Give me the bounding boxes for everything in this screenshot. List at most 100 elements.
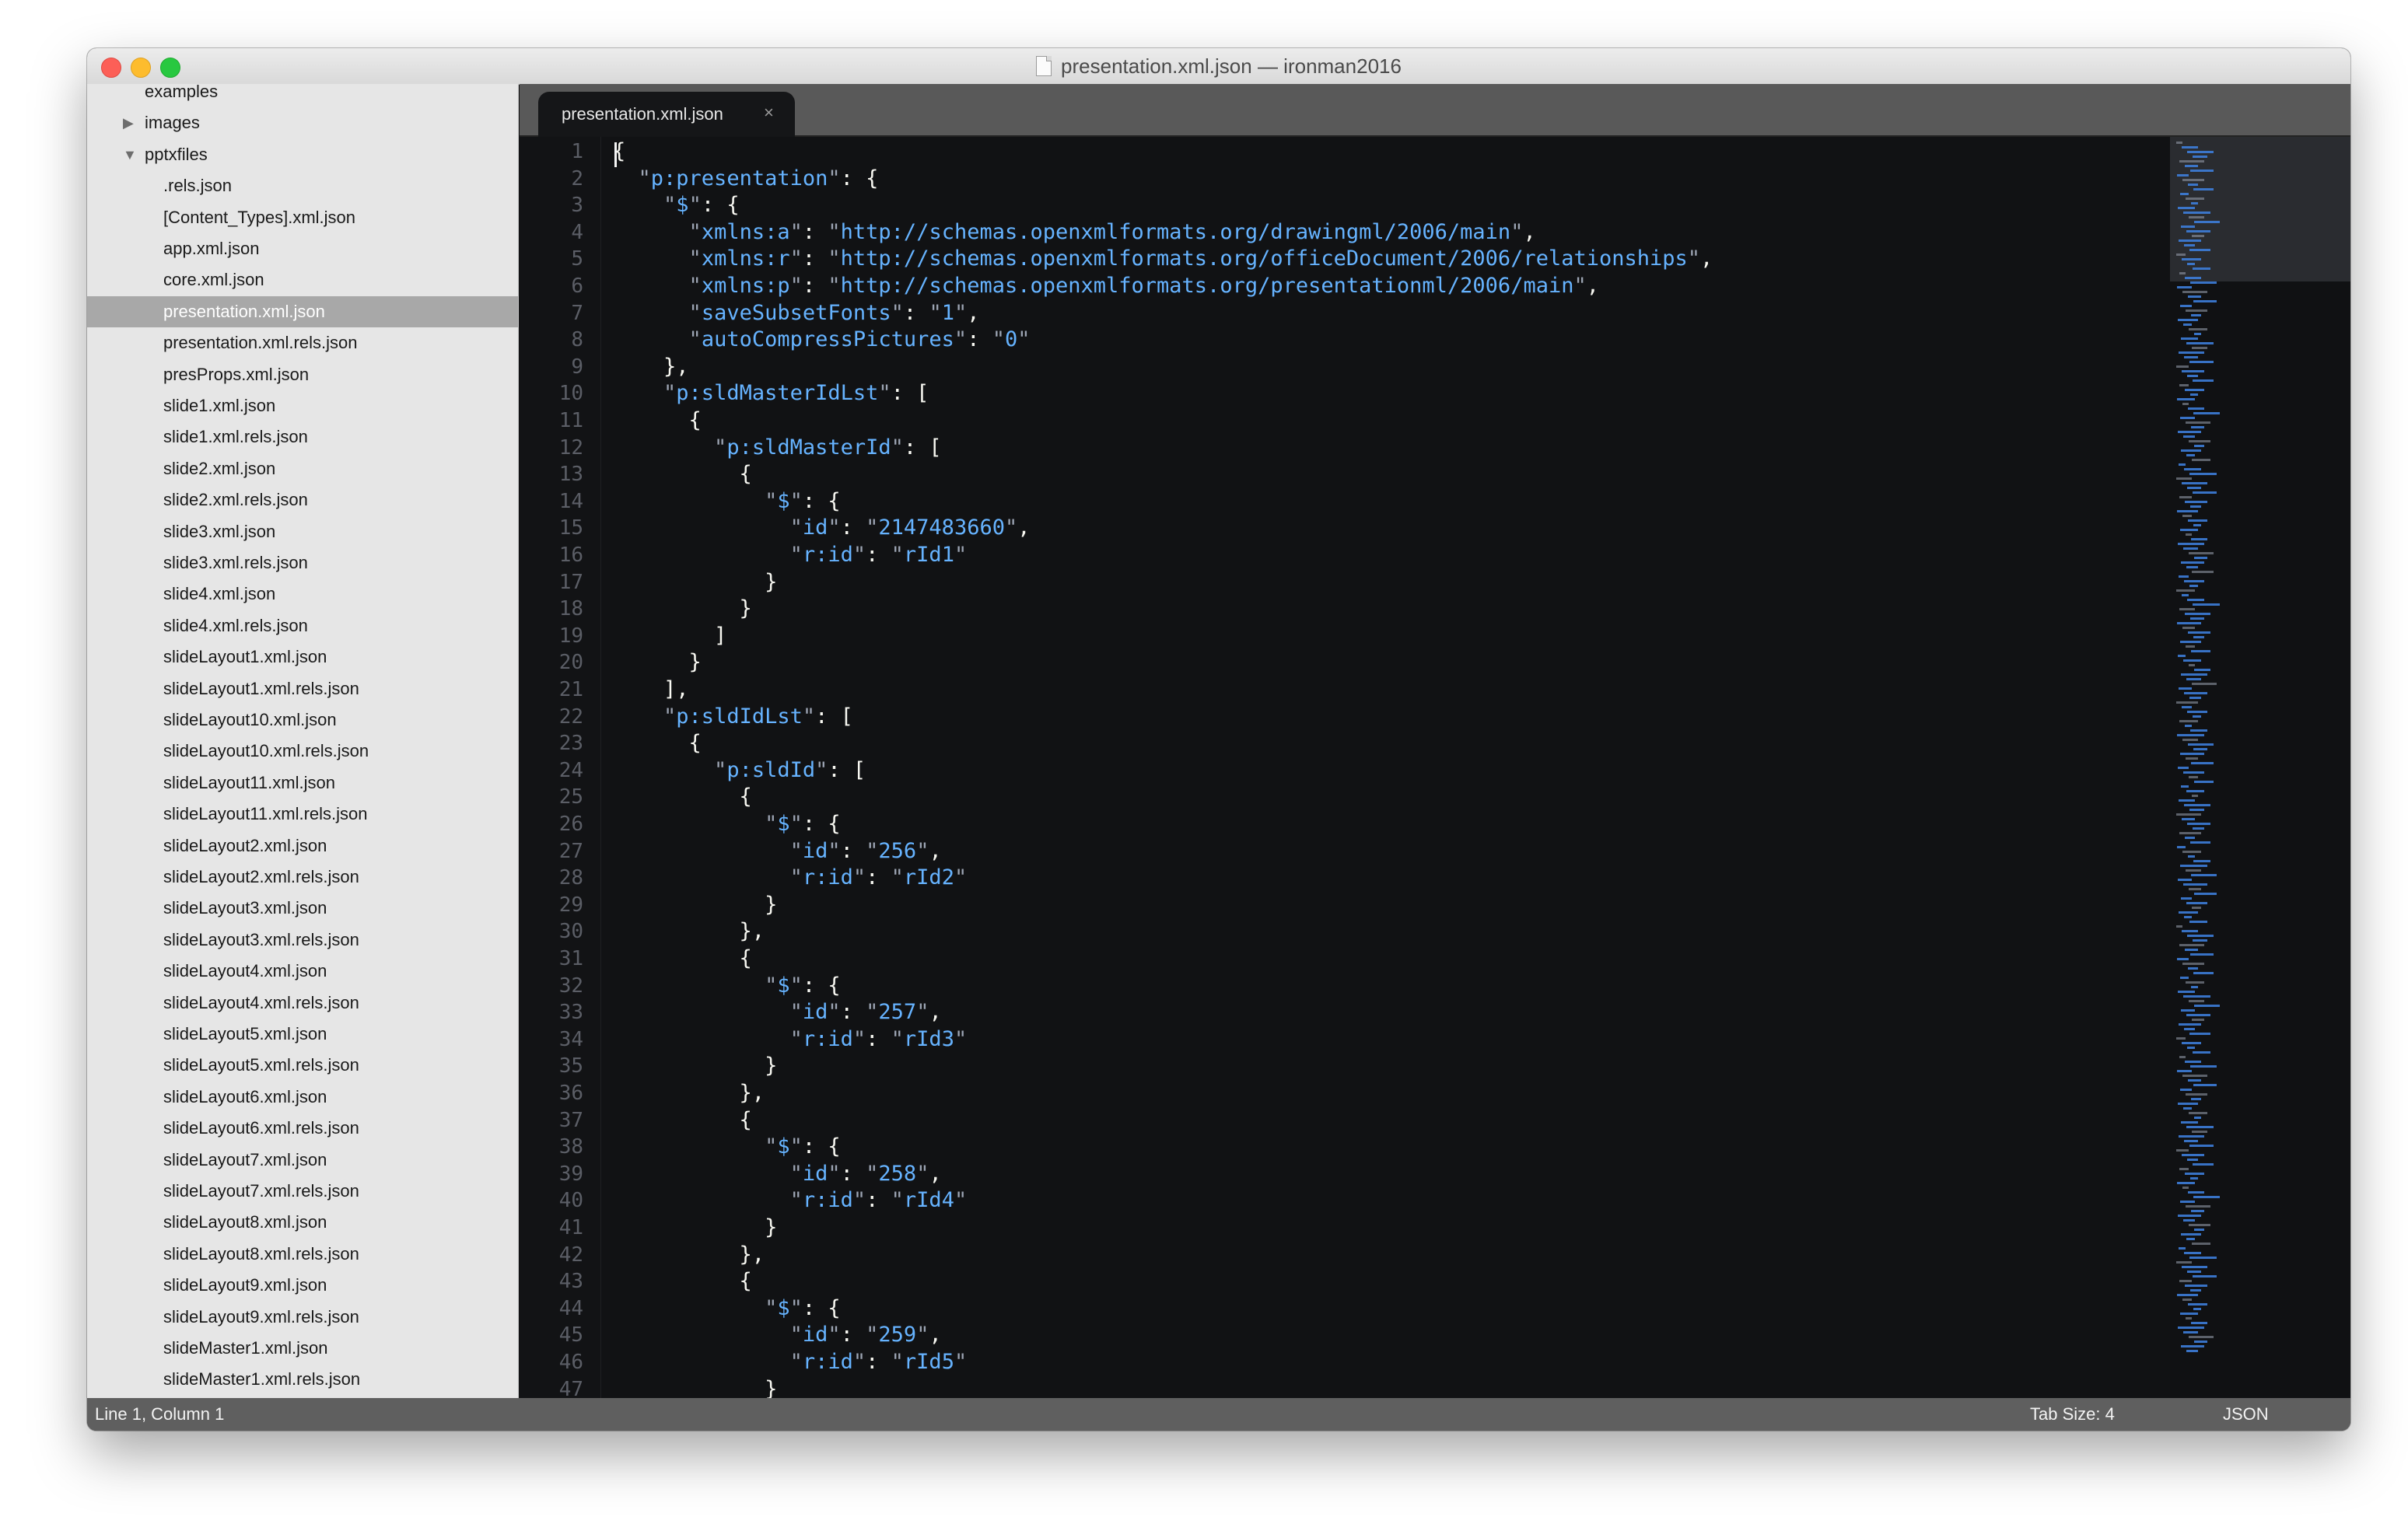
minimap-line <box>2186 454 2195 456</box>
sidebar-file-slidelayout2-xml-rels-json[interactable]: slideLayout2.xml.rels.json <box>87 862 518 893</box>
sidebar-file-slidelayout6-xml-json[interactable]: slideLayout6.xml.json <box>87 1082 518 1113</box>
minimap-line <box>2183 659 2201 662</box>
file-tree-sidebar[interactable]: examples ▶ images ▼ pptxfiles .rels.json [Cont… <box>87 84 519 1398</box>
sidebar-file-slidelayout8-xml-json[interactable]: slideLayout8.xml.json <box>87 1207 518 1238</box>
sidebar-file-content-types-xml-json[interactable]: [Content_Types].xml.json <box>87 202 518 233</box>
minimap-line <box>2185 1173 2204 1175</box>
sidebar-file-slidelayout3-xml-rels-json[interactable]: slideLayout3.xml.rels.json <box>87 925 518 956</box>
minimap-line <box>2193 939 2207 942</box>
minimap-line <box>2179 608 2195 610</box>
sidebar-file-slidelayout11-xml-json[interactable]: slideLayout11.xml.json <box>87 767 518 799</box>
sidebar-file-app-xml-json[interactable]: app.xml.json <box>87 233 518 264</box>
sidebar-file-slidelayout11-xml-rels-json[interactable]: slideLayout11.xml.rels.json <box>87 799 518 830</box>
minimap-line <box>2186 533 2192 536</box>
sidebar-file-presprops-xml-json[interactable]: presProps.xml.json <box>87 359 518 390</box>
syntax-selector[interactable]: JSON <box>2223 1398 2269 1431</box>
sidebar-folder-pptxfiles[interactable]: ▼ pptxfiles <box>87 139 518 170</box>
title-bar[interactable]: presentation.xml.json — ironman2016 <box>87 48 2350 85</box>
sidebar-file-slide2-xml-json[interactable]: slide2.xml.json <box>87 453 518 484</box>
sidebar-file-slidelayout4-xml-json[interactable]: slideLayout4.xml.json <box>87 956 518 987</box>
sidebar-file-slide3-xml-rels-json[interactable]: slide3.xml.rels.json <box>87 547 518 578</box>
code-line: "p:sldMasterId": [ <box>714 435 942 460</box>
minimap-line <box>2182 594 2189 596</box>
sidebar-file-slide1-xml-json[interactable]: slide1.xml.json <box>87 390 518 421</box>
minimap-line <box>2193 156 2207 158</box>
minimap-line <box>2187 935 2214 937</box>
text-cursor <box>614 142 617 167</box>
file-label: slideLayout6.xml.json <box>163 1086 327 1106</box>
minimap-line <box>2180 1201 2195 1203</box>
minimap-line <box>2192 907 2201 909</box>
minimap-line <box>2187 1047 2195 1049</box>
minimap-line <box>2187 487 2201 489</box>
minimap-line <box>2181 1345 2204 1347</box>
file-label: slideLayout8.xml.rels.json <box>163 1243 359 1264</box>
sidebar-file-slidelayout9-xml-json[interactable]: slideLayout9.xml.json <box>87 1270 518 1301</box>
minimap-line <box>2176 253 2186 256</box>
sidebar-file-rels-json[interactable]: .rels.json <box>87 170 518 201</box>
sidebar-file-slidelayout2-xml-json[interactable]: slideLayout2.xml.json <box>87 830 518 862</box>
folder-expanded-arrow-icon[interactable]: ▼ <box>123 139 137 170</box>
minimap-line <box>2178 879 2192 881</box>
file-label: .rels.json <box>163 176 233 196</box>
minimap-line <box>2181 561 2204 564</box>
sidebar-folder-images[interactable]: ▶ images <box>87 107 518 138</box>
sidebar-file-presentation-xml-json[interactable]: presentation.xml.json <box>87 295 518 327</box>
minimap-line <box>2191 874 2217 876</box>
minimap-line <box>2190 841 2210 844</box>
sidebar-file-slide3-xml-json[interactable]: slide3.xml.json <box>87 516 518 547</box>
close-tab-icon[interactable]: × <box>764 103 774 123</box>
sidebar-file-core-xml-json[interactable]: core.xml.json <box>87 264 518 295</box>
minimap-line <box>2182 851 2201 853</box>
minimap-line <box>2189 1336 2214 1338</box>
code-editor[interactable]: presentation.xml.json × 1 2 3 4 5 6 7 8 9 10 11 12 1… <box>520 84 2350 1398</box>
minimap-line <box>2188 855 2195 858</box>
line-number: 34 <box>558 1027 583 1051</box>
minimap-line <box>2192 1131 2207 1133</box>
sidebar-file-slidelayout9-xml-rels-json[interactable]: slideLayout9.xml.rels.json <box>87 1302 518 1333</box>
sidebar-file-slidelayout8-xml-rels-json[interactable]: slideLayout8.xml.rels.json <box>87 1239 518 1270</box>
sidebar-file-slidelayout5-xml-rels-json[interactable]: slideLayout5.xml.rels.json <box>87 1050 518 1081</box>
minimap-line <box>2193 827 2204 830</box>
sidebar-file-slidelayout10-xml-rels-json[interactable]: slideLayout10.xml.rels.json <box>87 736 518 767</box>
minimap-line <box>2179 1280 2192 1282</box>
document-icon <box>1036 56 1052 76</box>
sidebar-file-slidemaster1-xml-rels-json[interactable]: slideMaster1.xml.rels.json <box>87 1364 518 1395</box>
code-area[interactable]: { "p:presentation": { "$": { "xmlns:a": … <box>613 137 2246 1398</box>
sidebar-file-presentation-xml-rels-json[interactable]: presentation.xml.rels.json <box>87 327 518 358</box>
minimap[interactable] <box>2170 137 2350 1398</box>
sidebar-file-slide4-xml-rels-json[interactable]: slide4.xml.rels.json <box>87 610 518 641</box>
minimap-line <box>2190 729 2207 732</box>
sidebar-file-slidelayout7-xml-json[interactable]: slideLayout7.xml.json <box>87 1145 518 1176</box>
sidebar-file-slidelayout1-xml-json[interactable]: slideLayout1.xml.json <box>87 641 518 673</box>
tab-presentation-xml-json[interactable]: presentation.xml.json × <box>538 92 795 137</box>
minimap-line <box>2189 1224 2210 1226</box>
minimap-line <box>2176 701 2198 704</box>
sidebar-file-slidelayout10-xml-json[interactable]: slideLayout10.xml.json <box>87 704 518 736</box>
minimap-line <box>2193 1196 2220 1198</box>
sidebar-file-slidelayout6-xml-rels-json[interactable]: slideLayout6.xml.rels.json <box>87 1113 518 1144</box>
tab-size-selector[interactable]: Tab Size: 4 <box>2030 1398 2115 1431</box>
file-label: slideLayout3.xml.rels.json <box>163 929 359 949</box>
sidebar-file-slidelayout5-xml-json[interactable]: slideLayout5.xml.json <box>87 1019 518 1050</box>
line-number: 13 <box>558 463 583 487</box>
folder-collapsed-arrow-icon[interactable]: ▶ <box>123 107 134 138</box>
minimap-line <box>2178 655 2186 657</box>
sidebar-folder-examples[interactable]: examples <box>87 84 518 107</box>
minimap-line <box>2177 622 2201 624</box>
code-line: "r:id": "rId1" <box>789 543 968 567</box>
line-number: 37 <box>558 1108 583 1132</box>
file-label: slideLayout7.xml.json <box>163 1149 327 1169</box>
minimap-line <box>2191 1098 2201 1100</box>
minimap-line <box>2193 267 2210 270</box>
sidebar-file-slide4-xml-json[interactable]: slide4.xml.json <box>87 578 518 610</box>
minimap-line <box>2189 1000 2204 1002</box>
sidebar-file-slide1-xml-rels-json[interactable]: slide1.xml.rels.json <box>87 421 518 453</box>
sidebar-file-slide2-xml-rels-json[interactable]: slide2.xml.rels.json <box>87 484 518 516</box>
sidebar-file-slidelayout7-xml-rels-json[interactable]: slideLayout7.xml.rels.json <box>87 1176 518 1207</box>
sidebar-file-slidelayout4-xml-rels-json[interactable]: slideLayout4.xml.rels.json <box>87 987 518 1019</box>
minimap-line <box>2186 1205 2210 1208</box>
sidebar-file-slidelayout1-xml-rels-json[interactable]: slideLayout1.xml.rels.json <box>87 673 518 704</box>
sidebar-file-slidelayout3-xml-json[interactable]: slideLayout3.xml.json <box>87 893 518 924</box>
sidebar-file-slidemaster1-xml-json[interactable]: slideMaster1.xml.json <box>87 1333 518 1364</box>
